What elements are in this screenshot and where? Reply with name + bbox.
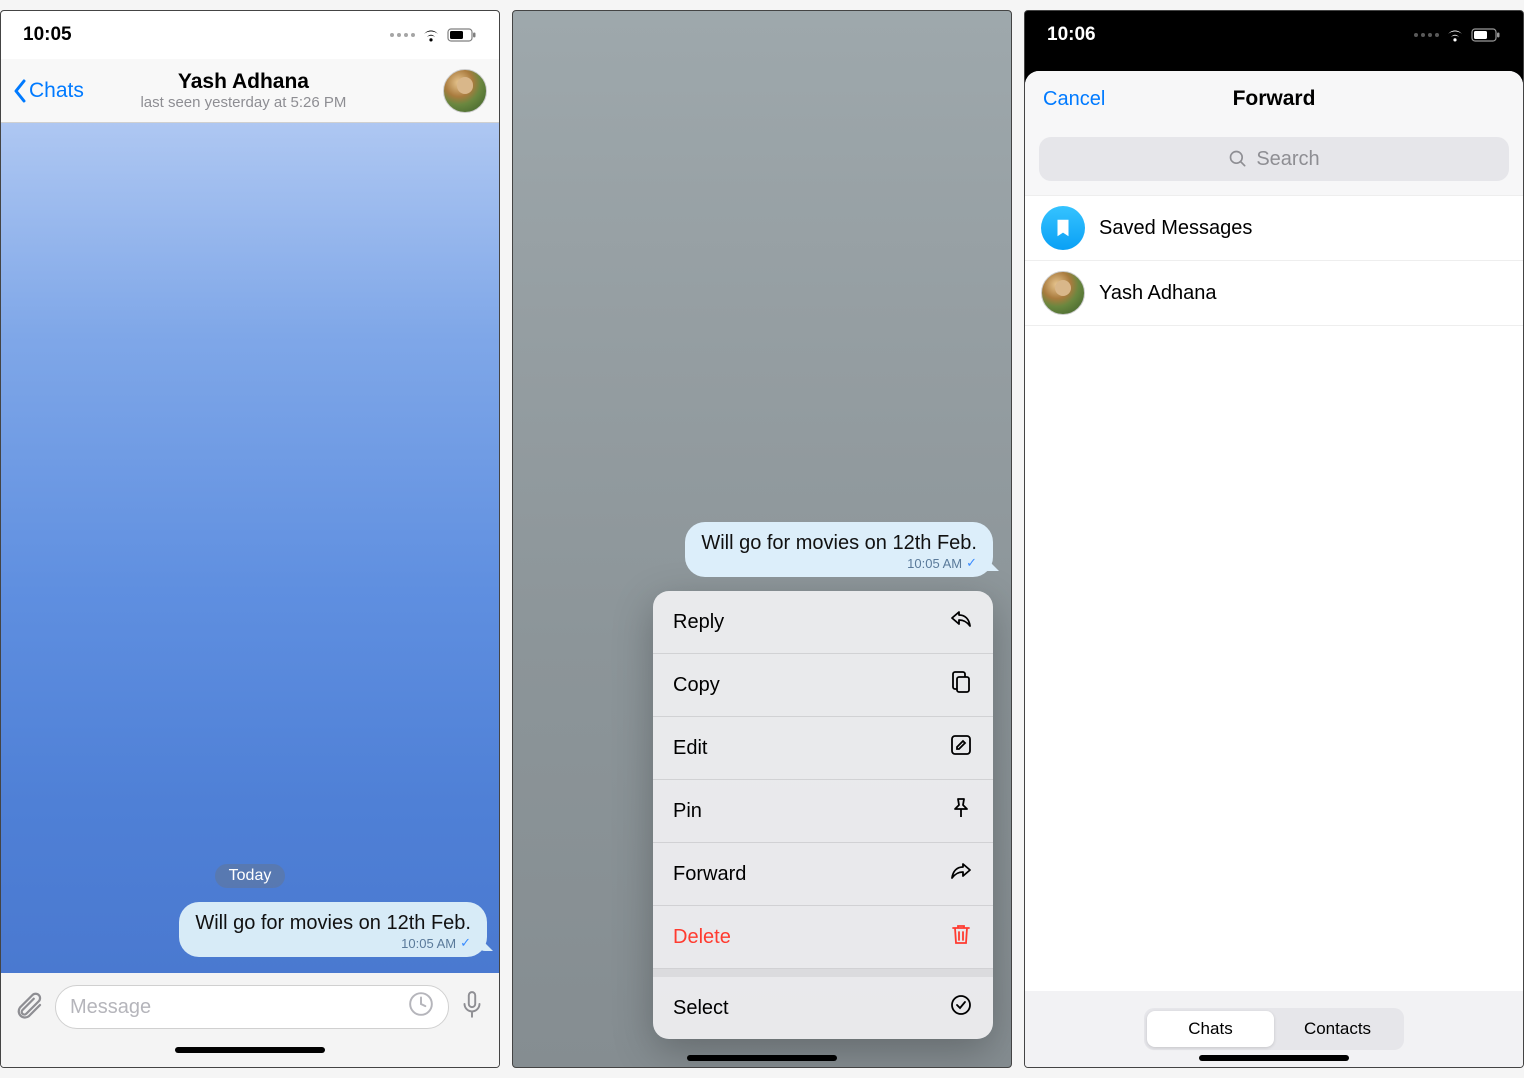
- home-indicator[interactable]: [1025, 1055, 1523, 1061]
- date-divider: Today: [215, 864, 286, 888]
- menu-label: Pin: [673, 800, 702, 823]
- home-indicator[interactable]: [513, 1055, 1011, 1061]
- bookmark-icon: [1041, 206, 1085, 250]
- cell-dots-icon: [1414, 33, 1439, 37]
- edit-icon: [949, 733, 973, 763]
- menu-label: Delete: [673, 926, 731, 949]
- menu-forward[interactable]: Forward: [653, 843, 993, 906]
- sent-check-icon: ✓: [966, 555, 977, 571]
- screen-chat: 10:05 Chats Yash Adhana last seen yester…: [0, 10, 500, 1068]
- chat-scroll-area[interactable]: Today Will go for movies on 12th Feb. 10…: [1, 123, 499, 973]
- message-bubble-outgoing[interactable]: Will go for movies on 12th Feb. 10:05 AM…: [179, 902, 487, 957]
- menu-copy[interactable]: Copy: [653, 654, 993, 717]
- menu-label: Edit: [673, 737, 707, 760]
- select-icon: [949, 993, 973, 1023]
- mic-button[interactable]: [459, 990, 485, 1025]
- cell-dots-icon: [390, 33, 415, 37]
- copy-icon: [949, 670, 973, 700]
- screen-context-menu: Will go for movies on 12th Feb. 10:05 AM…: [512, 10, 1012, 1068]
- segment-chats[interactable]: Chats: [1147, 1011, 1274, 1047]
- menu-delete[interactable]: Delete: [653, 906, 993, 969]
- battery-icon: [447, 28, 477, 42]
- menu-separator: [653, 969, 993, 977]
- message-time: 10:05 AM: [907, 556, 962, 571]
- message-time: 10:05 AM: [401, 936, 456, 951]
- chat-nav-bar: Chats Yash Adhana last seen yesterday at…: [1, 59, 499, 123]
- avatar[interactable]: [443, 69, 487, 113]
- message-bubble-preview: Will go for movies on 12th Feb. 10:05 AM…: [685, 522, 993, 577]
- sheet-title: Forward: [1233, 87, 1316, 111]
- search-icon: [1228, 149, 1248, 169]
- pin-icon: [949, 796, 973, 826]
- search-wrap: Search: [1025, 127, 1523, 195]
- sent-check-icon: ✓: [460, 935, 471, 951]
- menu-reply[interactable]: Reply: [653, 591, 993, 654]
- menu-pin[interactable]: Pin: [653, 780, 993, 843]
- sheet-header: Cancel Forward: [1025, 71, 1523, 127]
- status-bar: 10:05: [1, 11, 499, 59]
- menu-label: Reply: [673, 611, 724, 634]
- cancel-button[interactable]: Cancel: [1043, 88, 1105, 111]
- message-text: Will go for movies on 12th Feb.: [701, 532, 977, 555]
- status-time: 10:06: [1047, 24, 1096, 46]
- contact-status: last seen yesterday at 5:26 PM: [44, 94, 443, 111]
- forward-sheet: Cancel Forward Search Saved Messages Yas…: [1025, 71, 1523, 1067]
- wifi-icon: [421, 28, 441, 43]
- status-time: 10:05: [23, 24, 72, 46]
- forward-list[interactable]: Saved Messages Yash Adhana: [1025, 195, 1523, 991]
- row-label: Saved Messages: [1099, 217, 1252, 240]
- segmented-control: Chats Contacts: [1144, 1008, 1404, 1050]
- menu-label: Forward: [673, 863, 746, 886]
- reply-icon: [949, 607, 973, 637]
- attach-button[interactable]: [15, 990, 45, 1025]
- search-placeholder: Search: [1256, 148, 1319, 171]
- avatar: [1041, 271, 1085, 315]
- wifi-icon: [1445, 28, 1465, 43]
- forward-row-saved-messages[interactable]: Saved Messages: [1025, 195, 1523, 261]
- sticker-button[interactable]: [408, 991, 434, 1023]
- contact-name: Yash Adhana: [44, 70, 443, 94]
- search-input[interactable]: Search: [1039, 137, 1509, 181]
- chat-title-block[interactable]: Yash Adhana last seen yesterday at 5:26 …: [44, 70, 443, 111]
- status-bar: 10:06: [1025, 11, 1523, 59]
- input-toolbar: Message: [1, 973, 499, 1041]
- forward-row-contact[interactable]: Yash Adhana: [1025, 261, 1523, 326]
- message-placeholder: Message: [70, 996, 151, 1019]
- menu-select[interactable]: Select: [653, 977, 993, 1039]
- home-indicator[interactable]: [1, 1041, 499, 1067]
- menu-edit[interactable]: Edit: [653, 717, 993, 780]
- status-icons: [390, 28, 477, 43]
- message-text: Will go for movies on 12th Feb.: [195, 912, 471, 935]
- row-label: Yash Adhana: [1099, 282, 1217, 305]
- context-menu: Reply Copy Edit Pin Forward Delete: [653, 591, 993, 1039]
- battery-icon: [1471, 28, 1501, 42]
- menu-label: Select: [673, 997, 729, 1020]
- forward-icon: [949, 859, 973, 889]
- message-input[interactable]: Message: [55, 985, 449, 1029]
- segment-contacts[interactable]: Contacts: [1274, 1011, 1401, 1047]
- trash-icon: [949, 922, 973, 952]
- status-icons: [1414, 28, 1501, 43]
- menu-label: Copy: [673, 674, 720, 697]
- screen-forward: 10:06 Cancel Forward Search: [1024, 10, 1524, 1068]
